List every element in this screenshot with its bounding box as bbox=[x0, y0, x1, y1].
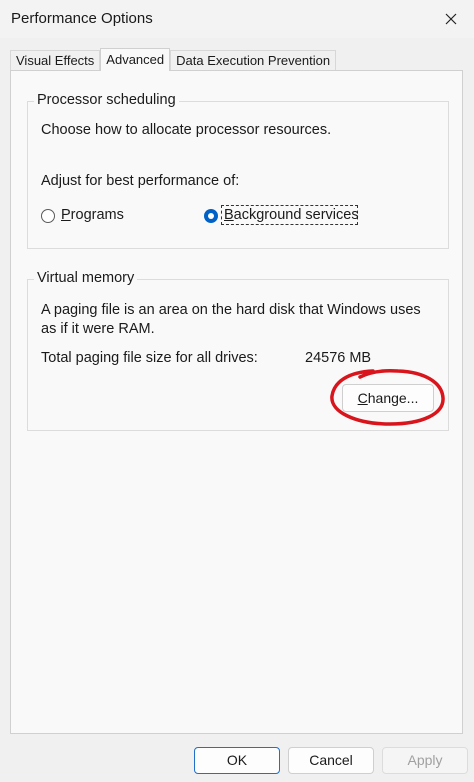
radio-background-services-label[interactable]: Background services bbox=[224, 207, 359, 223]
virtual-memory-description-2: as if it were RAM. bbox=[41, 321, 155, 337]
close-icon bbox=[445, 13, 457, 25]
adjust-label: Adjust for best performance of: bbox=[41, 173, 240, 189]
virtual-memory-description-1: A paging file is an area on the hard dis… bbox=[41, 302, 421, 318]
processor-scheduling-group: Processor scheduling Choose how to alloc… bbox=[27, 92, 449, 249]
radio-programs-label[interactable]: Programs bbox=[61, 207, 124, 223]
virtual-memory-group: Virtual memory A paging file is an area … bbox=[27, 270, 449, 431]
title-bar: Performance Options bbox=[0, 0, 474, 38]
virtual-memory-legend: Virtual memory bbox=[34, 270, 138, 286]
tab-strip: Visual Effects Advanced Data Execution P… bbox=[10, 48, 337, 71]
tab-advanced[interactable]: Advanced bbox=[100, 48, 171, 71]
window-title: Performance Options bbox=[11, 10, 153, 27]
processor-scheduling-legend: Processor scheduling bbox=[34, 92, 179, 108]
hand-drawn-circle-annotation bbox=[330, 369, 445, 426]
total-paging-label: Total paging file size for all drives: bbox=[41, 350, 258, 366]
tab-visual-effects[interactable]: Visual Effects bbox=[10, 50, 101, 71]
ok-button[interactable]: OK bbox=[194, 747, 280, 774]
total-paging-value: 24576 MB bbox=[305, 350, 372, 366]
radio-background-services-indicator[interactable] bbox=[204, 209, 218, 223]
advanced-panel: Processor scheduling Choose how to alloc… bbox=[10, 70, 463, 734]
tab-data-execution-prevention[interactable]: Data Execution Prevention bbox=[170, 50, 337, 71]
radio-programs-indicator[interactable] bbox=[41, 209, 55, 223]
apply-button: Apply bbox=[382, 747, 468, 774]
close-button[interactable] bbox=[428, 0, 474, 38]
processor-description: Choose how to allocate processor resourc… bbox=[41, 122, 332, 138]
dialog-footer: OK Cancel Apply bbox=[0, 734, 474, 782]
cancel-button[interactable]: Cancel bbox=[288, 747, 374, 774]
